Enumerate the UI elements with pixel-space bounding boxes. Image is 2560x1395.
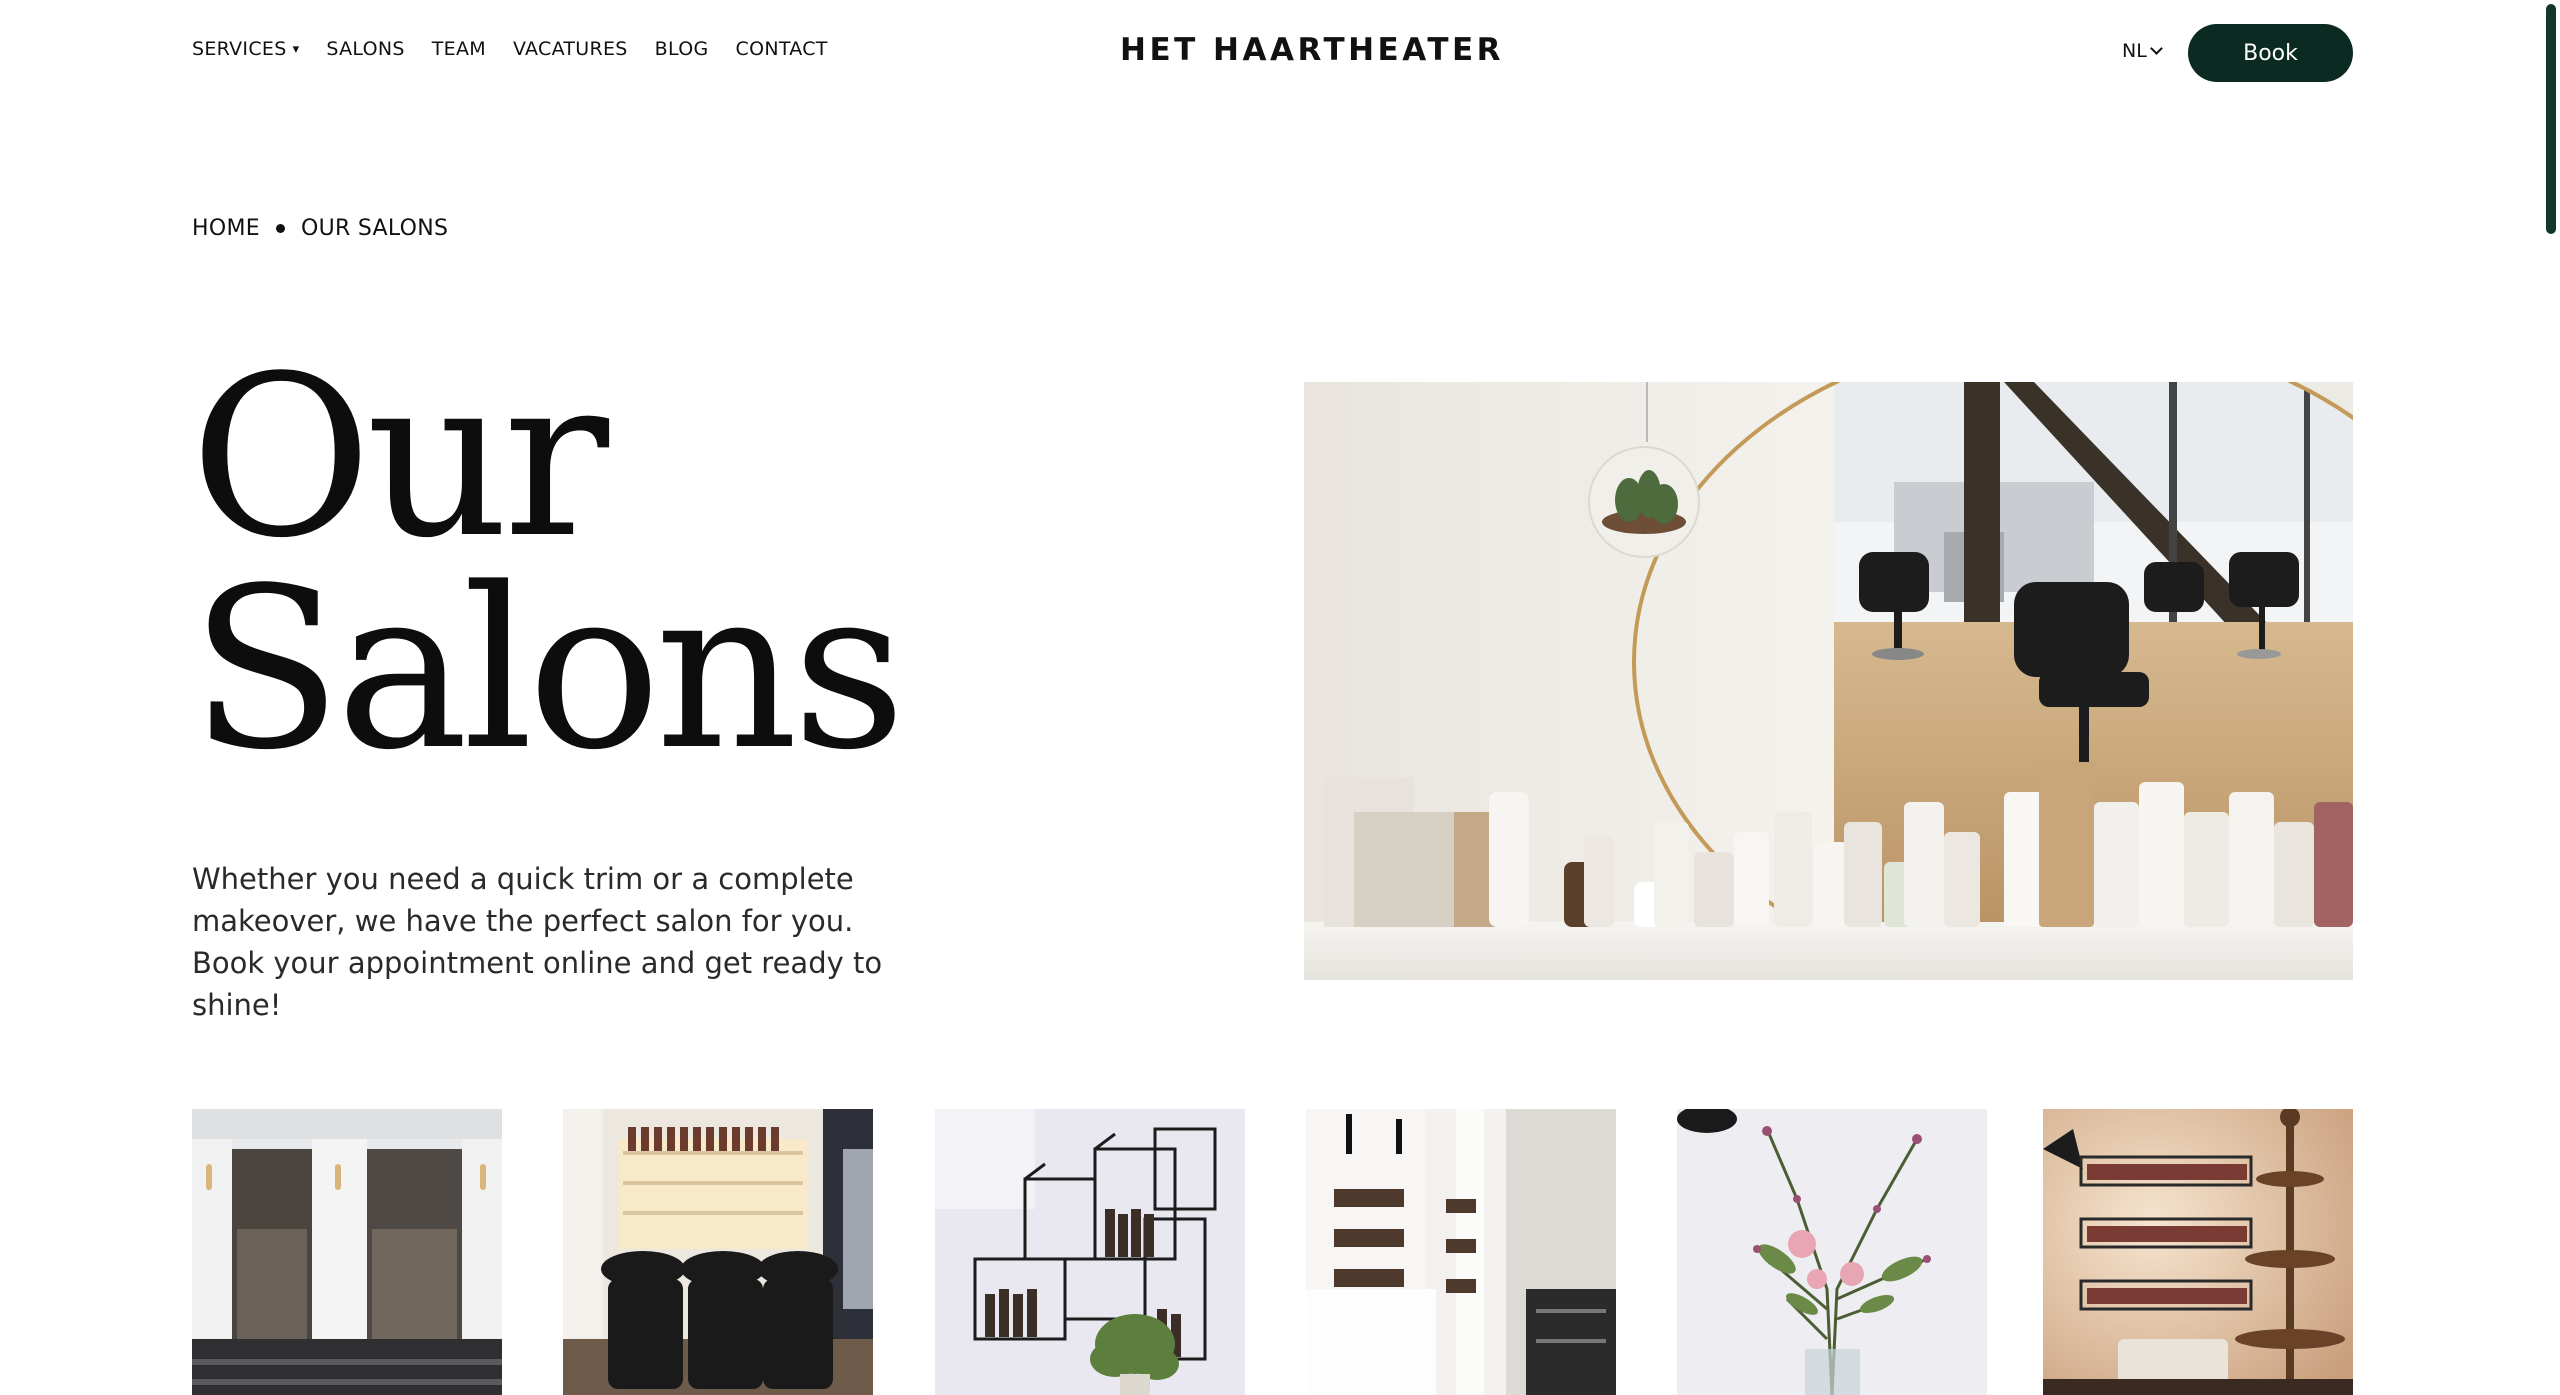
breadcrumb-current: OUR SALONS — [300, 216, 449, 241]
salon-interior-photo — [1304, 382, 2353, 980]
nav-item-label: BLOG — [654, 38, 709, 60]
breadcrumb: HOME OUR SALONS — [192, 216, 448, 241]
hero-intro-text: Whether you need a quick trim or a compl… — [192, 862, 883, 1022]
entrance-illustration — [192, 1109, 502, 1395]
gallery-photo[interactable] — [1306, 1109, 1616, 1395]
language-switcher[interactable]: NL — [2122, 40, 2163, 62]
site-logo[interactable]: HET HAARTHEATER — [1120, 32, 1504, 68]
nav-item-team[interactable]: TEAM — [432, 38, 486, 60]
nav-item-label: CONTACT — [735, 38, 828, 60]
wire-shelves-illustration — [935, 1109, 1245, 1395]
nav-item-blog[interactable]: BLOG — [655, 38, 709, 60]
breadcrumb-home[interactable]: HOME — [192, 216, 260, 241]
page-title-line: Our — [190, 329, 609, 587]
nav-item-services[interactable]: SERVICES ▾ — [192, 38, 299, 60]
nav-item-salons[interactable]: SALONS — [326, 38, 404, 60]
chevron-down-icon — [2149, 42, 2163, 55]
page-title: Our Salons — [190, 329, 906, 799]
gallery-photo[interactable] — [563, 1109, 873, 1395]
breadcrumb-separator-icon — [275, 224, 285, 233]
polish-display-illustration — [2043, 1109, 2353, 1395]
flowers-illustration — [1677, 1109, 1987, 1395]
wash-basins-illustration — [563, 1109, 873, 1395]
site-header: SERVICES ▾ SALONS TEAM VACATURES BLOG CO… — [0, 0, 2560, 110]
gallery-photo[interactable] — [192, 1109, 502, 1395]
salon-gallery — [192, 1109, 2353, 1395]
main-nav: SERVICES ▾ SALONS TEAM VACATURES BLOG CO… — [192, 38, 828, 60]
language-label: NL — [2122, 40, 2147, 62]
nav-item-label: TEAM — [431, 38, 486, 60]
nav-item-label: SERVICES — [192, 38, 287, 60]
scrollbar-thumb[interactable] — [2546, 4, 2556, 234]
reception-illustration — [1306, 1109, 1616, 1395]
nav-item-label: SALONS — [326, 38, 405, 60]
nav-item-contact[interactable]: CONTACT — [736, 38, 828, 60]
book-button[interactable]: Book — [2188, 24, 2353, 82]
page-title-line: Salons — [190, 541, 906, 799]
nav-item-vacatures[interactable]: VACATURES — [513, 38, 628, 60]
gallery-photo[interactable] — [1677, 1109, 1987, 1395]
gallery-photo[interactable] — [2043, 1109, 2353, 1395]
nav-item-label: VACATURES — [512, 38, 628, 60]
chevron-down-icon: ▾ — [292, 41, 300, 57]
salon-interior-illustration — [1304, 382, 2353, 980]
gallery-photo[interactable] — [935, 1109, 1245, 1395]
